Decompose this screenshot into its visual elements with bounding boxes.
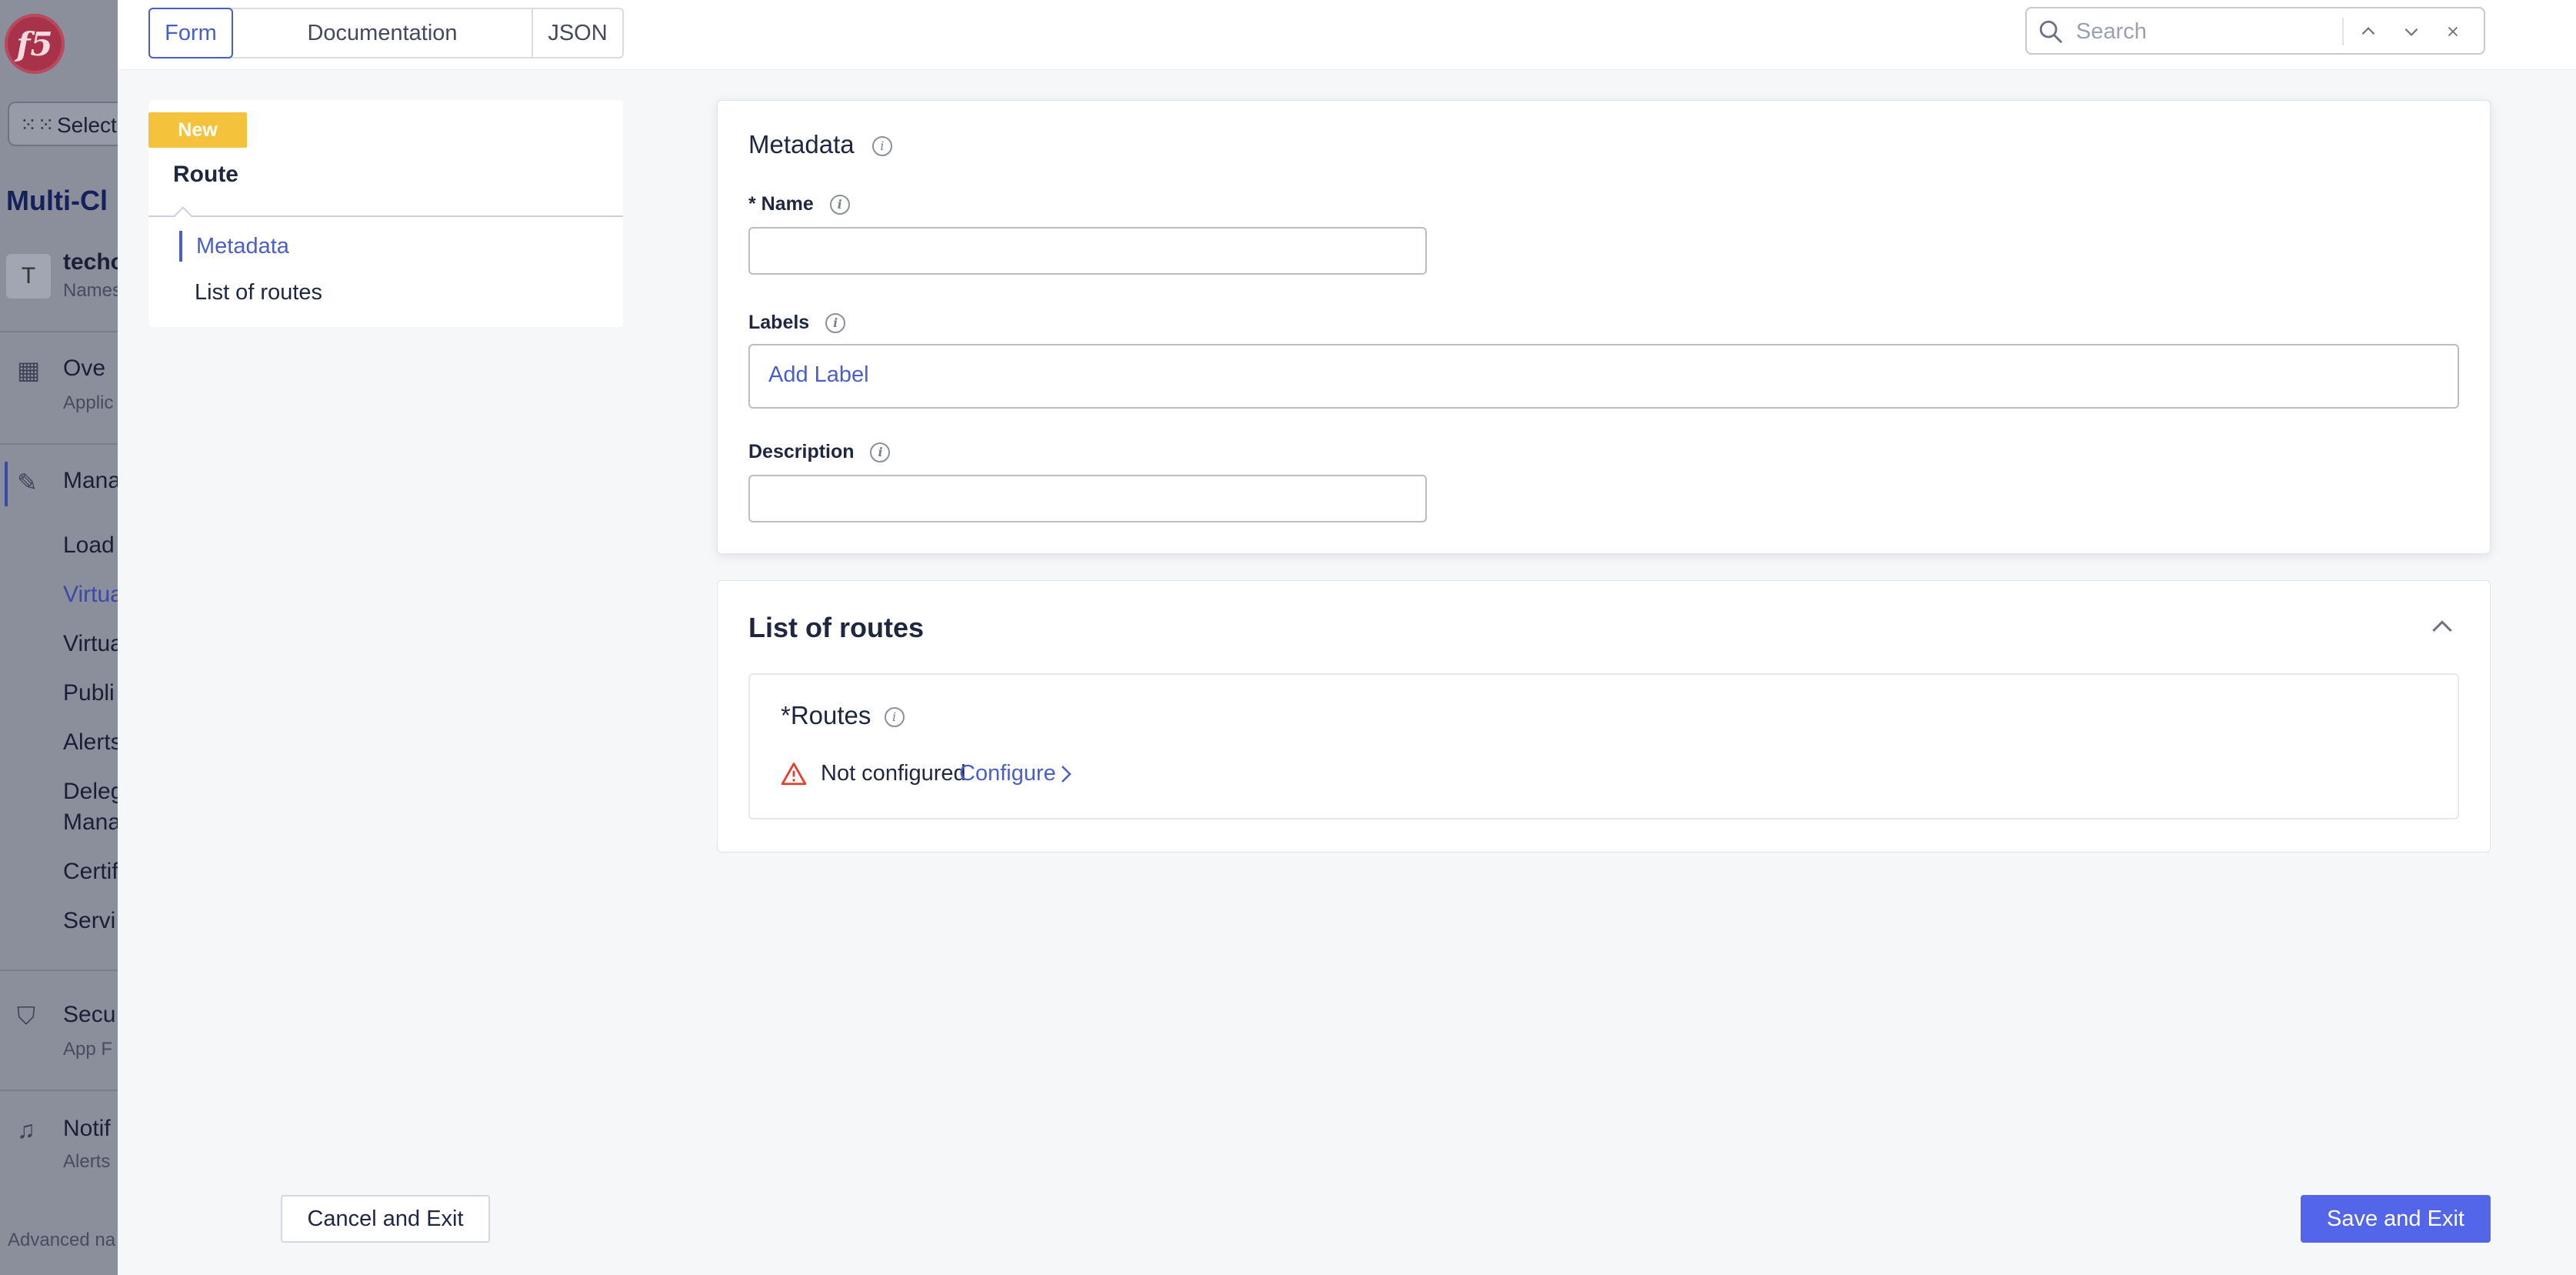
object-type-title: Route xyxy=(173,162,238,187)
select-label: Select xyxy=(57,113,117,137)
nav-item-metadata[interactable]: Metadata xyxy=(196,234,289,259)
new-badge: New xyxy=(148,112,247,148)
sidebar-overview[interactable]: Ove xyxy=(63,355,105,382)
description-field[interactable] xyxy=(748,475,1427,522)
tab-documentation[interactable]: Documentation xyxy=(233,9,533,57)
routes-label-text: Routes xyxy=(790,701,871,729)
sidebar-item-virtual-1[interactable]: Virtua xyxy=(63,582,118,608)
configure-link[interactable]: Configure xyxy=(959,761,1056,786)
info-icon[interactable]: i xyxy=(870,442,891,463)
list-of-routes-section: List of routes *Routes i Not configured … xyxy=(717,580,2491,853)
metadata-section: Metadata i * Name i Labels i Add Label D… xyxy=(717,100,2491,554)
routes-status: Not configured xyxy=(821,761,966,786)
nav-divider xyxy=(148,215,623,217)
labels-field[interactable]: Add Label xyxy=(748,344,2459,409)
tab-form[interactable]: Form xyxy=(148,8,233,58)
tab-json[interactable]: JSON xyxy=(533,9,622,57)
chevron-up-icon[interactable] xyxy=(2427,612,2458,643)
info-icon[interactable]: i xyxy=(825,313,846,334)
divider xyxy=(0,970,118,971)
sidebar-security-sub: App F xyxy=(63,1039,113,1060)
shield-icon: ⛉ xyxy=(17,1002,36,1030)
routes-field-label: *Routes i xyxy=(781,701,905,730)
sidebar-item-alerts[interactable]: Alerts xyxy=(63,729,118,756)
section-navigation: New Route Metadata List of routes xyxy=(148,100,623,327)
close-icon xyxy=(2448,26,2458,37)
name-label-text: * Name xyxy=(748,193,814,215)
namespace-avatar: T xyxy=(6,254,51,299)
search-input[interactable] xyxy=(2074,16,2331,47)
cancel-and-exit-button[interactable]: Cancel and Exit xyxy=(281,1195,490,1243)
sidebar-security[interactable]: Secu xyxy=(63,1002,115,1028)
chevron-up-icon xyxy=(2361,27,2375,35)
add-label-link[interactable]: Add Label xyxy=(768,362,869,388)
divider xyxy=(0,331,118,332)
sidebar-item-load[interactable]: Load xyxy=(63,532,115,559)
f5-logo-icon: f5 xyxy=(5,14,65,74)
grid-icon: ⁙⁙ xyxy=(20,113,55,136)
labels-label-text: Labels xyxy=(748,312,810,333)
divider xyxy=(0,443,118,445)
sidebar-notifications-sub: Alerts xyxy=(63,1151,111,1172)
chevron-down-icon xyxy=(2404,28,2418,36)
routes-section-title: List of routes xyxy=(748,612,925,643)
sidebar-overview-sub: Applic xyxy=(63,392,114,413)
sidebar-item-service[interactable]: Servi xyxy=(63,908,115,934)
namespace-sub: Names xyxy=(63,280,118,301)
app-title: Multi-Cl xyxy=(6,185,108,216)
routes-field-box: *Routes i Not configured Configure xyxy=(748,673,2459,819)
search-next-button[interactable] xyxy=(2396,16,2427,47)
description-label-text: Description xyxy=(748,441,855,462)
info-icon[interactable]: i xyxy=(829,195,850,215)
warning-icon xyxy=(781,763,807,786)
search-divider xyxy=(2342,18,2344,45)
sidebar-item-public[interactable]: Publi xyxy=(63,680,115,706)
route-editor-modal: Form Documentation JSON New Route xyxy=(118,0,2576,1275)
wrench-icon: ✎ xyxy=(17,469,38,496)
info-icon[interactable]: i xyxy=(871,136,892,157)
search-icon xyxy=(2039,20,2063,44)
name-label: * Name i xyxy=(748,193,850,215)
search-prev-button[interactable] xyxy=(2353,16,2384,47)
view-tabs: Form Documentation JSON xyxy=(148,8,624,58)
active-indicator xyxy=(5,462,8,506)
overview-grid-icon: ▦ xyxy=(17,356,41,384)
search-box xyxy=(2025,7,2485,55)
name-field[interactable] xyxy=(748,227,1427,275)
sidebar-manage[interactable]: Mana xyxy=(63,468,118,494)
nav-active-indicator xyxy=(179,231,182,262)
sidebar-notifications[interactable]: Notif xyxy=(63,1116,111,1142)
required-mark: * xyxy=(781,701,791,729)
sidebar-item-virtual-2[interactable]: Virtua xyxy=(63,631,118,657)
info-icon[interactable]: i xyxy=(884,707,905,728)
chevron-right-icon[interactable] xyxy=(1055,761,1078,787)
sidebar-item-delegated[interactable]: Deleg xyxy=(63,779,118,805)
background-sidebar: f5 ⁙⁙ Select Multi-Cl T techo Names ▦ Ov… xyxy=(0,0,118,1275)
namespace-name: techo xyxy=(63,249,118,275)
labels-label: Labels i xyxy=(748,312,846,334)
metadata-title: Metadata i xyxy=(748,130,892,159)
divider xyxy=(0,1090,118,1091)
namespace-select-button[interactable]: ⁙⁙ Select xyxy=(8,102,118,146)
advanced-nav-link[interactable]: Advanced na xyxy=(8,1230,115,1251)
sidebar-item-delegated-2: Mana xyxy=(63,809,118,835)
metadata-title-text: Metadata xyxy=(748,130,855,159)
search-clear-button[interactable] xyxy=(2438,16,2468,47)
nav-caret xyxy=(173,206,193,226)
description-label: Description i xyxy=(748,441,891,463)
sidebar-item-certificates[interactable]: Certif xyxy=(63,859,118,885)
bell-icon: ♫ xyxy=(17,1116,35,1143)
save-and-exit-button[interactable]: Save and Exit xyxy=(2301,1195,2491,1243)
modal-toolbar: Form Documentation JSON xyxy=(118,0,2576,70)
nav-item-list-of-routes[interactable]: List of routes xyxy=(195,280,322,305)
